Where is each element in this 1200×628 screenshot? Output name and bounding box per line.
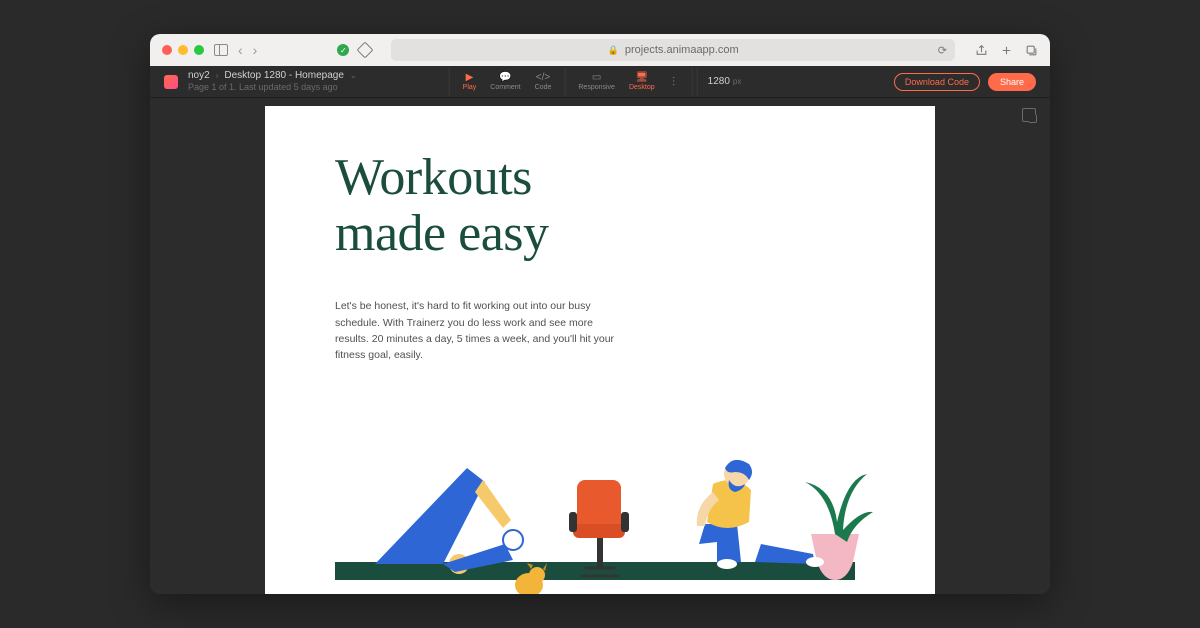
download-code-button[interactable]: Download Code (894, 73, 980, 91)
reload-icon[interactable]: ⟳ (938, 44, 947, 57)
extension-icon[interactable]: ✓ (337, 44, 349, 56)
page-headline: Workouts made easy (335, 150, 895, 262)
page-name[interactable]: Desktop 1280 - Homepage (224, 70, 344, 82)
mode-tools: ▶ Play 💬 Comment </> Code (449, 68, 566, 96)
rendered-page: Workouts made easy Let's be honest, it's… (265, 106, 935, 594)
code-tool[interactable]: </> Code (528, 72, 559, 91)
more-tool[interactable]: ⋮ (662, 76, 686, 87)
sidebar-toggle-icon[interactable] (214, 44, 228, 56)
center-tools: ▶ Play 💬 Comment </> Code ▭ Responsive (449, 68, 752, 96)
app-logo-icon[interactable] (164, 75, 178, 89)
browser-right-tools (975, 44, 1038, 57)
share-button[interactable]: Share (988, 73, 1036, 91)
chevron-down-icon[interactable]: ⌄ (350, 71, 357, 81)
nav-arrows: ‹ › (238, 42, 257, 58)
back-button[interactable]: ‹ (238, 42, 243, 58)
viewport-width-value: 1280 (708, 76, 730, 87)
tabs-icon[interactable] (1025, 44, 1038, 57)
share-icon[interactable] (975, 44, 988, 57)
desktop-icon: 🖥 (635, 72, 648, 83)
minimize-window-button[interactable] (178, 45, 188, 55)
page-subtitle: Page 1 of 1. Last updated 5 days ago (188, 82, 357, 93)
more-icon: ⋮ (669, 76, 679, 87)
new-tab-icon[interactable] (1000, 44, 1013, 57)
fullscreen-icon[interactable] (1022, 108, 1036, 122)
page-body-copy: Let's be honest, it's hard to fit workin… (335, 298, 615, 363)
comment-icon: 💬 (499, 72, 511, 83)
responsive-tool[interactable]: ▭ Responsive (571, 72, 622, 91)
canvas-area: Workouts made easy Let's be honest, it's… (150, 98, 1050, 594)
responsive-icon: ▭ (592, 72, 601, 83)
code-icon: </> (536, 72, 550, 83)
address-bar[interactable]: 🔒 projects.animaapp.com ⟳ (391, 39, 955, 61)
viewport-size[interactable]: 1280 px (697, 68, 752, 96)
desktop-tool[interactable]: 🖥 Desktop (622, 72, 662, 91)
url-text: projects.animaapp.com (625, 44, 739, 56)
app-toolbar: noy2 › Desktop 1280 - Homepage ⌄ Page 1 … (150, 66, 1050, 98)
hero-illustration (335, 412, 895, 594)
privacy-shield-icon[interactable] (357, 42, 374, 59)
comment-tool[interactable]: 💬 Comment (483, 72, 527, 91)
viewport-unit: px (733, 77, 741, 86)
close-window-button[interactable] (162, 45, 172, 55)
play-icon: ▶ (466, 72, 474, 83)
lock-icon: 🔒 (608, 45, 619, 56)
window-controls (162, 45, 204, 55)
play-tool[interactable]: ▶ Play (456, 72, 484, 91)
chevron-right-icon: › (216, 71, 219, 81)
browser-toolbar: ‹ › ✓ 🔒 projects.animaapp.com ⟳ (150, 34, 1050, 66)
browser-window: ‹ › ✓ 🔒 projects.animaapp.com ⟳ noy2 › D… (150, 34, 1050, 594)
device-tools: ▭ Responsive 🖥 Desktop ⋮ (565, 68, 692, 96)
project-name[interactable]: noy2 (188, 70, 210, 82)
app-right-actions: Download Code Share (894, 73, 1036, 91)
breadcrumb: noy2 › Desktop 1280 - Homepage ⌄ Page 1 … (188, 70, 357, 93)
maximize-window-button[interactable] (194, 45, 204, 55)
forward-button[interactable]: › (253, 42, 258, 58)
